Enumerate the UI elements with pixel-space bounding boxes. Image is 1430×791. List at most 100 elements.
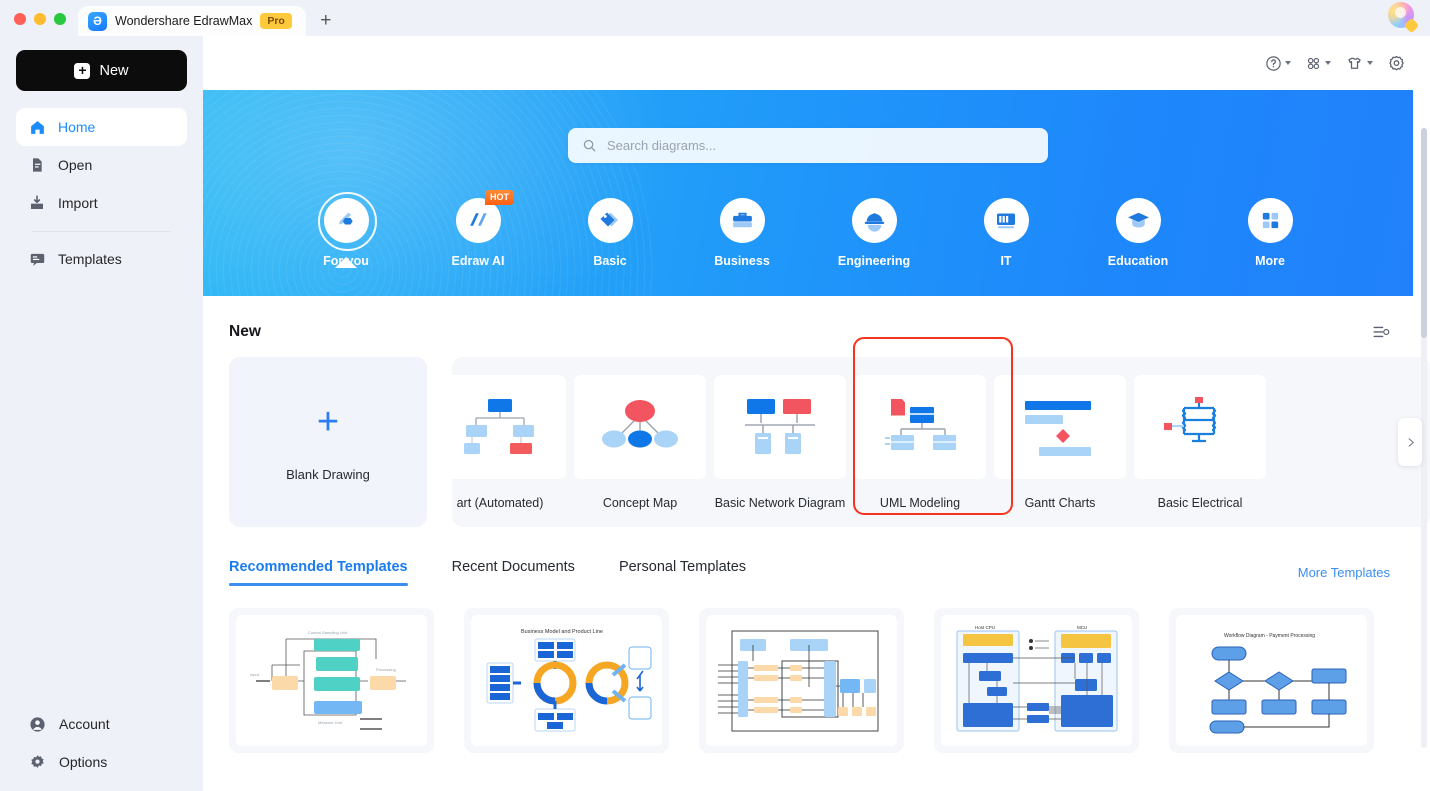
category-education[interactable]: Education	[1093, 198, 1183, 268]
recommended-card-business-model[interactable]: Business Model and Product Line	[464, 608, 669, 753]
new-document-button[interactable]: + New	[16, 50, 187, 91]
template-label: UML Modeling	[879, 495, 961, 510]
sidebar-item-home[interactable]: Home	[16, 108, 187, 146]
sidebar-item-label: Account	[59, 716, 110, 732]
list-settings-button[interactable]	[1372, 323, 1390, 341]
tab-recommended-templates[interactable]: Recommended Templates	[229, 559, 408, 586]
new-button-label: New	[99, 62, 129, 79]
edraw-ai-icon	[455, 198, 501, 243]
document-icon	[28, 156, 46, 174]
svg-text:Processing: Processing	[376, 667, 396, 672]
sidebar-item-import[interactable]: Import	[16, 184, 187, 222]
tab-personal-templates[interactable]: Personal Templates	[619, 559, 746, 586]
category-engineering[interactable]: Engineering	[829, 198, 919, 268]
blank-drawing-card[interactable]: + Blank Drawing	[229, 357, 427, 527]
maximize-window-button[interactable]	[54, 13, 66, 25]
template-card-basic-network-diagram[interactable]: Basic Network Diagram	[714, 374, 846, 510]
sidebar-item-label: Open	[58, 157, 93, 173]
help-menu-button[interactable]	[1259, 49, 1297, 78]
category-for-you[interactable]: For you	[301, 192, 391, 268]
minimize-window-button[interactable]	[34, 13, 46, 25]
search-input[interactable]	[607, 138, 1034, 153]
template-carousel: art (Automated) Concept Map Basic Networ…	[452, 357, 1430, 527]
chevron-down-icon	[1367, 61, 1373, 65]
tab-recent-documents[interactable]: Recent Documents	[452, 559, 575, 586]
carousel-next-button[interactable]	[1398, 418, 1422, 466]
svg-text:Control Sampling Unit: Control Sampling Unit	[308, 630, 348, 635]
category-it[interactable]: IT	[961, 198, 1051, 268]
main-content: For you HOT Edraw AI Basic	[203, 36, 1430, 791]
category-label: IT	[1000, 254, 1012, 268]
avatar[interactable]	[1388, 2, 1420, 34]
settings-button[interactable]	[1381, 48, 1412, 79]
category-basic[interactable]: Basic	[565, 198, 655, 268]
more-templates-link[interactable]: More Templates	[1298, 565, 1390, 580]
recommended-card-control-loop[interactable]: Control Sampling Unit Input Processing M…	[229, 608, 434, 753]
category-selected-pointer	[301, 257, 391, 268]
vertical-scrollbar-thumb[interactable]	[1421, 128, 1427, 338]
plus-icon: +	[74, 62, 91, 79]
list-settings-icon	[1373, 326, 1390, 338]
search-box[interactable]	[568, 128, 1048, 163]
import-icon	[28, 194, 46, 212]
account-icon	[28, 715, 46, 733]
sidebar-item-label: Import	[58, 195, 98, 211]
app-tab-title: Wondershare EdrawMax	[115, 14, 253, 28]
window-controls	[0, 13, 66, 36]
recommended-card-signal-block[interactable]	[699, 608, 904, 753]
svg-text:Host CPU: Host CPU	[975, 625, 995, 630]
recommended-card-host-cpu[interactable]: Host CPU MCU	[934, 608, 1139, 753]
category-edraw-ai[interactable]: HOT Edraw AI	[433, 190, 523, 268]
category-label: More	[1255, 254, 1285, 268]
theme-menu-button[interactable]	[1339, 48, 1379, 79]
apps-menu-button[interactable]	[1299, 49, 1337, 78]
app-tab[interactable]: Ə Wondershare EdrawMax Pro	[78, 6, 306, 36]
template-thumbnail: Business Model and Product Line	[471, 615, 662, 746]
category-business[interactable]: Business	[697, 198, 787, 268]
hot-badge: HOT	[485, 190, 514, 205]
category-nav: For you HOT Edraw AI Basic Business Engi…	[203, 190, 1413, 268]
page-title: New	[229, 323, 261, 340]
category-more[interactable]: More	[1225, 198, 1315, 268]
basic-icon	[587, 198, 633, 243]
window-titlebar: Ə Wondershare EdrawMax Pro +	[0, 0, 1430, 36]
category-label: Engineering	[837, 254, 911, 268]
for-you-icon	[317, 192, 377, 251]
sidebar-item-options[interactable]: Options	[16, 743, 187, 781]
sidebar-item-label: Home	[58, 119, 96, 135]
chevron-right-icon	[1408, 437, 1414, 447]
template-card-basic-electrical[interactable]: Basic Electrical	[1134, 374, 1266, 510]
new-section-header: New	[203, 296, 1430, 341]
recommended-card-workflow[interactable]: Workflow Diagram - Payment Processing	[1169, 608, 1374, 753]
sidebar-item-account[interactable]: Account	[16, 705, 187, 743]
gear-icon	[1389, 55, 1404, 70]
new-tab-button[interactable]: +	[312, 6, 340, 36]
sidebar-item-open[interactable]: Open	[16, 146, 187, 184]
templates-icon	[28, 250, 46, 268]
sidebar-item-templates[interactable]: Templates	[16, 240, 187, 278]
sidebar: + New Home Open Import Templates Account…	[0, 36, 203, 791]
template-card-uml-modeling[interactable]: UML Modeling	[854, 374, 986, 510]
template-label: Concept Map	[602, 495, 678, 510]
category-label: Edraw AI	[451, 254, 505, 268]
svg-text:Input: Input	[250, 672, 260, 677]
template-thumbnail	[1134, 374, 1266, 479]
thumb-title: Workflow Diagram - Payment Processing	[1224, 633, 1315, 639]
close-window-button[interactable]	[14, 13, 26, 25]
help-circle-icon	[1266, 55, 1281, 71]
blank-drawing-label: Blank Drawing	[286, 466, 370, 482]
template-thumbnail	[854, 374, 986, 479]
template-card-gantt-charts[interactable]: Gantt Charts	[994, 374, 1126, 510]
plus-icon: +	[316, 400, 340, 443]
more-grid-icon	[1247, 198, 1293, 243]
svg-text:MCU: MCU	[1077, 625, 1087, 630]
template-label: Basic Electrical	[1157, 495, 1243, 510]
recommended-templates-row: Control Sampling Unit Input Processing M…	[203, 586, 1430, 753]
gear-icon	[28, 753, 46, 771]
template-card-org-chart[interactable]: art (Automated)	[452, 374, 566, 510]
template-card-concept-map[interactable]: Concept Map	[574, 374, 706, 510]
template-thumbnail	[706, 615, 897, 746]
pro-badge: Pro	[260, 12, 292, 30]
business-icon	[719, 198, 765, 243]
thumb-title: Business Model and Product Line	[521, 629, 603, 635]
